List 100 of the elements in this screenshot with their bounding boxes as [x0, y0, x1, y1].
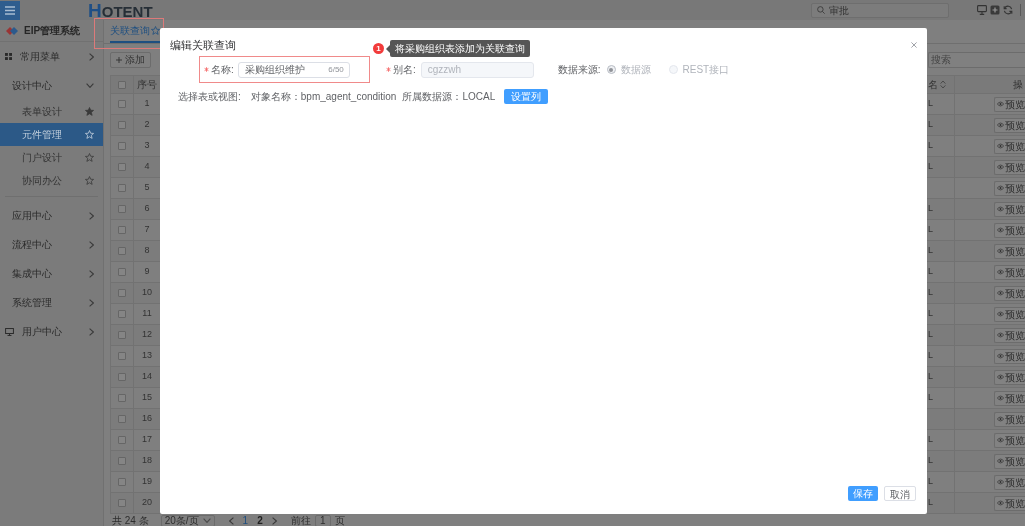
star-icon[interactable] [85, 107, 94, 116]
preview-button[interactable]: 预览 [994, 285, 1025, 301]
checkbox[interactable] [118, 289, 126, 297]
preview-button[interactable]: 预览 [994, 432, 1025, 448]
checkbox[interactable] [118, 184, 126, 192]
preview-button[interactable]: 预览 [994, 264, 1025, 280]
column-header: 名 [928, 78, 938, 92]
preview-button[interactable]: 预览 [994, 411, 1025, 427]
sidebar-item[interactable]: 用户中心 [0, 317, 103, 346]
checkbox[interactable] [118, 394, 126, 402]
sidebar-item[interactable]: 集成中心 [0, 259, 103, 288]
preview-button[interactable]: 预览 [994, 327, 1025, 343]
sidebar-item[interactable]: 元件管理 [0, 123, 103, 146]
eye-icon [997, 500, 1004, 506]
eye-icon [997, 479, 1004, 485]
preview-button[interactable]: 预览 [994, 453, 1025, 469]
preview-button[interactable]: 预览 [994, 243, 1025, 259]
preview-button[interactable]: 预览 [994, 138, 1025, 154]
preview-button[interactable]: 预览 [994, 474, 1025, 490]
preview-button[interactable]: 预览 [994, 306, 1025, 322]
checkbox[interactable] [118, 163, 126, 171]
eye-icon [997, 374, 1004, 380]
sidebar-item[interactable]: 设计中心 [0, 71, 103, 100]
checkbox[interactable] [118, 205, 126, 213]
chevron-right-icon[interactable] [89, 269, 94, 278]
preview-button[interactable]: 预览 [994, 495, 1025, 511]
eye-icon [997, 122, 1004, 128]
preview-button[interactable]: 预览 [994, 390, 1025, 406]
chevron-right-icon[interactable] [89, 298, 94, 307]
chevron-down-icon[interactable] [86, 83, 94, 88]
checkbox[interactable] [118, 415, 126, 423]
object-name-text: 对象名称：bpm_agent_condition [250, 89, 397, 104]
page-number[interactable]: 1 [242, 513, 249, 526]
preview-button[interactable]: 预览 [994, 180, 1025, 196]
field-label: 选择表或视图: [178, 89, 241, 104]
chevron-right-icon[interactable] [89, 52, 94, 61]
add-button[interactable]: 添加 [110, 51, 151, 68]
checkbox[interactable] [118, 80, 126, 89]
chevron-right-icon[interactable] [89, 211, 94, 220]
checkbox[interactable] [118, 247, 126, 255]
eye-icon [997, 290, 1004, 296]
eye-icon [997, 269, 1004, 275]
diamond-logo-icon [6, 25, 18, 36]
checkbox[interactable] [118, 499, 126, 507]
sidebar-item[interactable]: 系统管理 [0, 288, 103, 317]
sidebar-item[interactable]: 应用中心 [0, 201, 103, 230]
column-header: 操 [1013, 78, 1023, 92]
star-icon[interactable] [85, 176, 94, 185]
checkbox[interactable] [118, 436, 126, 444]
plus-icon [116, 56, 122, 63]
checkbox[interactable] [118, 142, 126, 150]
menu-icon[interactable] [0, 0, 20, 20]
chevron-right-icon[interactable] [89, 240, 94, 249]
cancel-button[interactable]: 取消 [884, 486, 916, 501]
preview-button[interactable]: 预览 [994, 201, 1025, 217]
checkbox[interactable] [118, 373, 126, 381]
checkbox[interactable] [118, 268, 126, 276]
preview-button[interactable]: 预览 [994, 222, 1025, 238]
sort-icon[interactable] [940, 80, 946, 89]
save-button[interactable]: 保存 [848, 486, 878, 501]
star-icon[interactable] [85, 153, 94, 162]
close-icon[interactable] [911, 42, 917, 48]
chevron-right-icon[interactable] [271, 516, 277, 525]
search-field[interactable]: 审批 [811, 2, 949, 18]
refresh-icon[interactable] [1003, 5, 1013, 15]
field-label: 名称: [211, 63, 234, 77]
preview-button[interactable]: 预览 [994, 348, 1025, 364]
dialog-title: 编辑关联查询 [170, 37, 236, 53]
checkbox[interactable] [118, 457, 126, 465]
checkbox[interactable] [118, 121, 126, 129]
sidebar-item[interactable]: 流程中心 [0, 230, 103, 259]
eye-icon [997, 143, 1004, 149]
field-label: 数据来源: [557, 63, 601, 77]
system-title: EIP管理系统 [24, 24, 81, 38]
chevron-left-icon[interactable] [228, 516, 234, 525]
sidebar-item[interactable]: 协同办公 [0, 169, 103, 192]
chevron-right-icon[interactable] [89, 327, 94, 336]
preview-button[interactable]: 预览 [994, 96, 1025, 112]
name-field[interactable]: 采购组织维护 6/50 [237, 61, 350, 78]
checkbox[interactable] [118, 478, 126, 486]
set-columns-button[interactable]: 设置列 [504, 88, 549, 104]
monitor-icon [5, 327, 14, 336]
checkbox[interactable] [118, 100, 126, 108]
preview-button[interactable]: 预览 [994, 117, 1025, 133]
preview-button[interactable]: 预览 [994, 159, 1025, 175]
monitor-icon[interactable] [977, 5, 987, 15]
data-source-text: 所属数据源：LOCAL [402, 89, 496, 104]
checkbox[interactable] [118, 310, 126, 318]
page-number[interactable]: 2 [257, 513, 263, 526]
checkbox[interactable] [118, 226, 126, 234]
chevron-down-icon[interactable] [202, 518, 211, 523]
preview-button[interactable]: 预览 [994, 369, 1025, 385]
plus-square-icon[interactable] [990, 5, 1000, 15]
grid-icon [5, 53, 12, 60]
checkbox[interactable] [118, 352, 126, 360]
star-icon[interactable] [151, 26, 160, 35]
checkbox[interactable] [118, 331, 126, 339]
sidebar-item[interactable]: 门户设计 [0, 146, 103, 169]
sidebar-item[interactable]: 常用菜单 [0, 42, 103, 71]
logo: HOTENT [88, 0, 153, 20]
